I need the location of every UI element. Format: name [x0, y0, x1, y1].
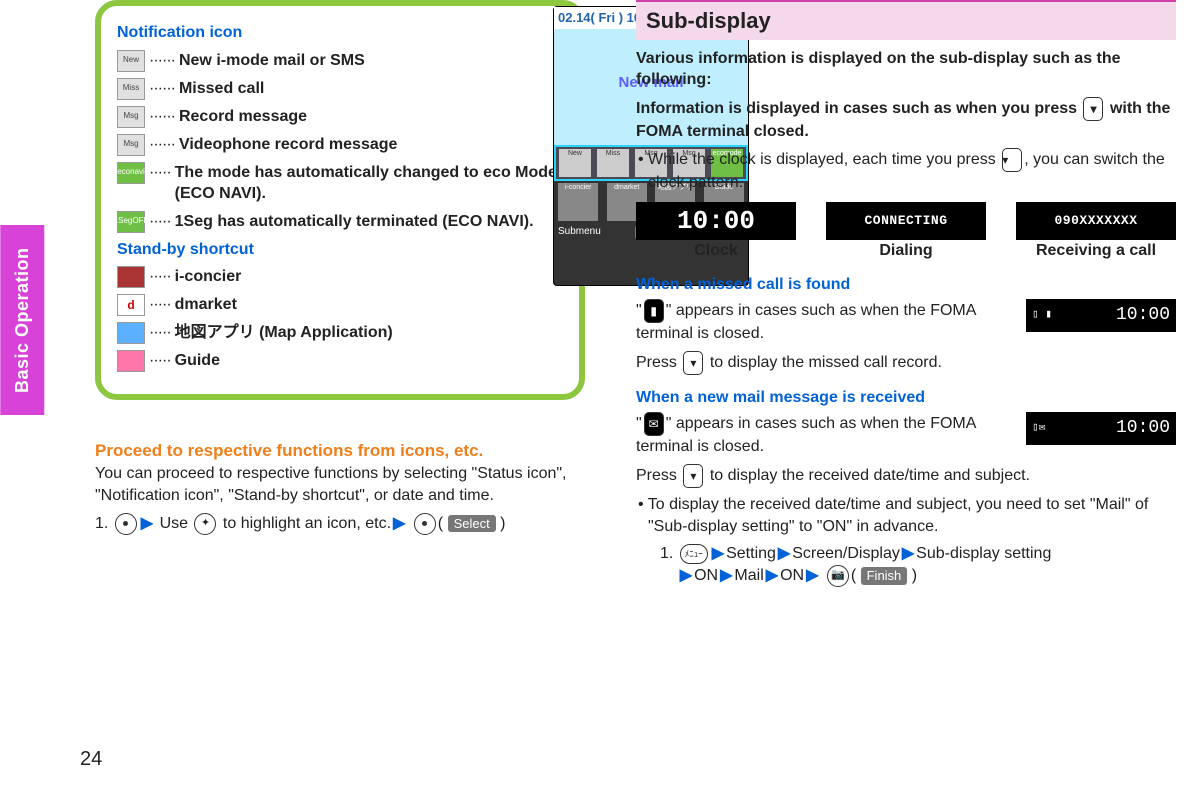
new-mail-step: 1. ﾒﾆｭｰ▶Setting▶Screen/Display▶Sub-displ…	[636, 543, 1176, 587]
videophone-msg-icon: Msg	[117, 134, 145, 156]
camera-key-icon: 📷	[827, 565, 849, 587]
missed-call-icon: Miss	[117, 78, 145, 100]
select-label: Select	[448, 515, 496, 533]
center-key-icon	[414, 513, 436, 535]
shortcut-item: d ····· dmarket	[117, 294, 563, 316]
missed-call-heading: When a missed call is found	[636, 274, 1176, 296]
1seg-off-icon: 1SegOFF	[117, 211, 145, 233]
dialing-lcd: CONNECTING	[826, 202, 986, 240]
side-key-icon: ▾	[683, 351, 703, 375]
notification-item: Msg ······ Videophone record message	[117, 134, 563, 156]
clock-label: Clock	[636, 240, 796, 262]
proceed-heading: Proceed to respective functions from ico…	[95, 440, 620, 463]
notification-item: econavi ····· The mode has automatically…	[117, 162, 563, 205]
missed-call-line2: Press ▾ to display the missed call recor…	[636, 351, 1176, 375]
missed-call-sub-icon: ▮	[644, 299, 664, 323]
subdisplay-heading: Sub-display	[636, 0, 1176, 40]
page-number: 24	[80, 746, 102, 773]
guide-icon	[117, 350, 145, 372]
new-mail-lcd: ▯✉ 10:00	[1026, 412, 1176, 444]
notification-item: Msg ······ Record message	[117, 106, 563, 128]
clock-pattern-note: • While the clock is displayed, each tim…	[636, 148, 1176, 194]
new-mail-heading: When a new mail message is received	[636, 387, 1176, 409]
shortcut-item: ····· i-concier	[117, 266, 563, 288]
dialing-label: Dialing	[826, 240, 986, 262]
new-mail-line2: Press ▾ to display the received date/tim…	[636, 464, 1176, 488]
iconcier-icon	[117, 266, 145, 288]
standby-shortcut-heading: Stand-by shortcut	[117, 239, 563, 261]
chapter-tab: Basic Operation	[0, 225, 44, 415]
notification-item: New ······ New i-mode mail or SMS	[117, 50, 563, 72]
clock-lcd: 10:00	[636, 202, 796, 240]
mail-signal-icon: ▯✉	[1032, 421, 1045, 436]
dpad-key-icon: ✦	[194, 513, 216, 535]
phone-signal-icon: ▯ ▮	[1032, 308, 1052, 323]
subdisplay-examples: 10:00 Clock CONNECTING Dialing 090XXXXXX…	[636, 202, 1176, 262]
subdisplay-intro: Various information is displayed on the …	[636, 48, 1176, 91]
notification-item: Miss ······ Missed call	[117, 78, 563, 100]
receiving-label: Receiving a call	[1016, 240, 1176, 262]
new-mail-bullet: • To display the received date/time and …	[636, 494, 1176, 537]
proceed-step-1: 1. ▶ Use ✦ to highlight an icon, etc.▶ (…	[95, 513, 620, 535]
phone-iconcier-app: i-concier	[558, 183, 598, 221]
notification-callout: Notification icon New ······ New i-mode …	[95, 0, 585, 400]
proceed-body: You can proceed to respective functions …	[95, 463, 620, 506]
mail-sub-icon: ✉	[644, 412, 664, 436]
record-msg-icon: Msg	[117, 106, 145, 128]
notification-item: 1SegOFF ····· 1Seg has automatically ter…	[117, 211, 563, 233]
new-mail-icon: New	[117, 50, 145, 72]
side-key-icon: ▾	[683, 464, 703, 488]
map-app-icon	[117, 322, 145, 344]
subdisplay-intro2: Information is displayed in cases such a…	[636, 97, 1176, 143]
econavi-icon: econavi	[117, 162, 145, 184]
center-key-icon	[115, 513, 137, 535]
softkey-submenu: Submenu	[558, 225, 601, 241]
notification-icon-heading: Notification icon	[117, 22, 563, 44]
menu-key-icon: ﾒﾆｭｰ	[680, 544, 708, 564]
side-key-icon: ▾	[1083, 97, 1103, 121]
finish-label: Finish	[861, 567, 908, 585]
receiving-lcd: 090XXXXXXX	[1016, 202, 1176, 240]
missed-call-lcd: ▯ ▮ 10:00	[1026, 299, 1176, 331]
shortcut-item: ····· Guide	[117, 350, 563, 372]
phone-miss-icon: Miss	[597, 149, 629, 177]
shortcut-item: ····· 地図アプリ (Map Application)	[117, 322, 563, 344]
dmarket-icon: d	[117, 294, 145, 316]
side-key-icon: ▾	[1002, 148, 1022, 172]
phone-new-icon: New	[559, 149, 591, 177]
